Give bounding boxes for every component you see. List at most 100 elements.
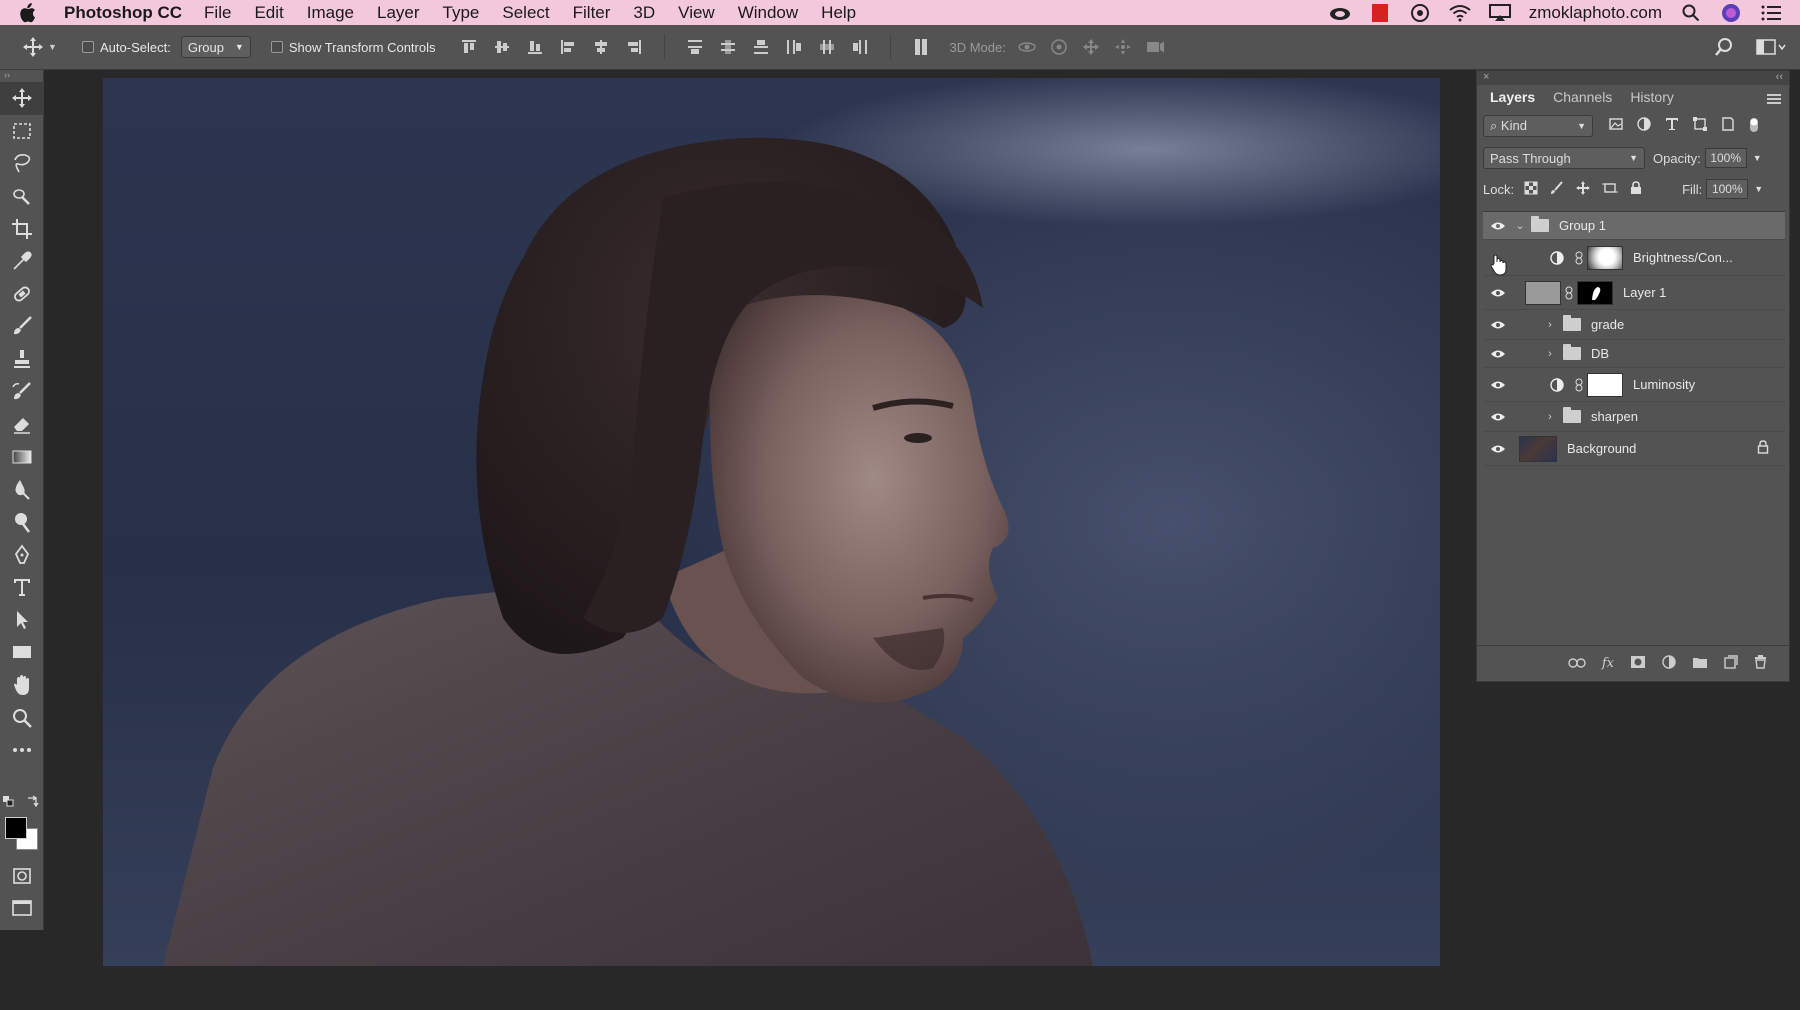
menu-file[interactable]: File (204, 3, 231, 23)
foreground-color-swatch[interactable] (5, 817, 27, 839)
zoom-tool-icon[interactable] (0, 701, 44, 734)
layer-row-db[interactable]: › DB (1483, 340, 1785, 368)
siri-icon[interactable] (1720, 3, 1742, 23)
menu-edit[interactable]: Edit (254, 3, 283, 23)
align-top-icon[interactable] (460, 38, 478, 56)
blend-mode-dropdown[interactable]: Pass Through ▼ (1483, 147, 1645, 169)
add-mask-icon[interactable] (1630, 655, 1646, 672)
quick-mask-icon[interactable] (0, 860, 44, 893)
align-left-icon[interactable] (559, 38, 577, 56)
distribute-left-icon[interactable] (785, 38, 803, 56)
distribute-vcenter-icon[interactable] (719, 38, 737, 56)
visibility-eye-icon[interactable] (1483, 380, 1513, 390)
app-name-menu[interactable]: Photoshop CC (64, 3, 182, 23)
link-chain-icon[interactable] (1571, 251, 1587, 265)
tab-layers[interactable]: Layers (1481, 89, 1544, 109)
notification-center-icon[interactable] (1760, 3, 1782, 23)
brush-tool-icon[interactable] (0, 310, 44, 343)
menu-window[interactable]: Window (738, 3, 798, 23)
lock-transparent-icon[interactable] (1524, 181, 1538, 198)
new-adjustment-icon[interactable] (1662, 655, 1676, 672)
menu-type[interactable]: Type (443, 3, 480, 23)
marquee-tool-icon[interactable] (0, 115, 44, 148)
checkbox-box[interactable] (270, 41, 283, 53)
layer-mask-thumbnail[interactable] (1577, 280, 1613, 305)
menu-3d[interactable]: 3D (633, 3, 655, 23)
roll-3d-icon[interactable] (1050, 38, 1068, 56)
align-hcenter-icon[interactable] (592, 38, 610, 56)
slide-3d-icon[interactable] (1114, 38, 1132, 56)
red-square-icon[interactable] (1369, 3, 1391, 23)
checkbox-box[interactable] (82, 41, 94, 53)
menu-filter[interactable]: Filter (573, 3, 611, 23)
pen-tool-icon[interactable] (0, 538, 44, 571)
blur-tool-icon[interactable] (0, 473, 44, 506)
layer-row-brightness-contrast[interactable]: Brightness/Con... (1483, 240, 1785, 276)
lasso-tool-icon[interactable] (0, 147, 44, 180)
align-vcenter-icon[interactable] (493, 38, 511, 56)
eraser-tool-icon[interactable] (0, 408, 44, 441)
workspace-switcher-icon[interactable] (1754, 38, 1788, 56)
airplay-icon[interactable] (1488, 3, 1511, 23)
visibility-eye-icon[interactable] (1483, 221, 1513, 231)
layer-mask-thumbnail[interactable] (1587, 372, 1623, 397)
show-transform-checkbox[interactable]: Show Transform Controls (270, 40, 436, 55)
chevron-down-icon[interactable]: ▼ (1754, 184, 1763, 194)
pixel-filter-icon[interactable] (1609, 117, 1623, 136)
pan-3d-icon[interactable] (1082, 38, 1100, 56)
type-tool-icon[interactable] (0, 571, 44, 604)
hand-tool-icon[interactable] (0, 669, 44, 702)
menu-help[interactable]: Help (821, 3, 856, 23)
chevron-down-icon[interactable]: ⌄ (1513, 219, 1527, 232)
visibility-eye-icon[interactable] (1483, 320, 1513, 330)
scale-3d-icon[interactable] (1146, 38, 1164, 56)
move-tool-icon[interactable] (0, 82, 44, 115)
visibility-eye-icon[interactable] (1483, 444, 1513, 454)
layer-mask-thumbnail[interactable] (1587, 245, 1623, 270)
menu-view[interactable]: View (678, 3, 715, 23)
adjustment-filter-icon[interactable] (1637, 116, 1651, 136)
history-brush-tool-icon[interactable] (0, 375, 44, 408)
smart-object-filter-icon[interactable] (1721, 116, 1735, 136)
menu-layer[interactable]: Layer (377, 3, 420, 23)
search-icon[interactable] (1714, 38, 1732, 56)
fx-icon[interactable]: fx (1602, 656, 1614, 671)
distribute-right-icon[interactable] (851, 38, 869, 56)
lock-position-icon[interactable] (1576, 180, 1591, 198)
rectangle-tool-icon[interactable] (0, 636, 44, 669)
chevron-down-icon[interactable]: ▼ (1753, 153, 1762, 163)
visibility-eye-icon[interactable] (1483, 288, 1513, 298)
distribute-hcenter-icon[interactable] (818, 38, 836, 56)
collapse-icon[interactable]: ‹‹ (1776, 71, 1783, 83)
fill-input[interactable]: 100% (1706, 179, 1749, 199)
crop-tool-icon[interactable] (0, 212, 44, 245)
new-layer-icon[interactable] (1724, 655, 1738, 672)
auto-select-dropdown[interactable]: Group ▼ (180, 36, 251, 58)
apple-icon[interactable] (18, 2, 48, 24)
menu-select[interactable]: Select (502, 3, 549, 23)
layer-row-grade[interactable]: › grade (1483, 310, 1785, 340)
site-name[interactable]: zmoklaphoto.com (1529, 3, 1662, 23)
visibility-off-slot[interactable] (1483, 240, 1513, 276)
clone-stamp-tool-icon[interactable] (0, 343, 44, 376)
screen-mode-icon[interactable] (0, 892, 44, 925)
panel-collapse-icon[interactable]: ›› (0, 70, 43, 82)
new-group-icon[interactable] (1692, 656, 1708, 672)
lock-image-pixels-icon[interactable] (1550, 180, 1564, 198)
close-icon[interactable]: × (1483, 71, 1489, 83)
layer-row-group-1[interactable]: ⌄ Group 1 (1483, 212, 1785, 240)
tab-channels[interactable]: Channels (1544, 89, 1621, 109)
layer-row-background[interactable]: Background (1483, 432, 1785, 466)
layer-thumbnail[interactable] (1525, 280, 1561, 305)
type-filter-icon[interactable] (1665, 117, 1679, 136)
lock-artboard-icon[interactable] (1602, 181, 1619, 198)
quick-select-tool-icon[interactable] (0, 180, 44, 213)
move-tool-preset[interactable]: ▼ (22, 34, 62, 60)
path-selection-tool-icon[interactable] (0, 604, 44, 637)
auto-select-checkbox[interactable]: Auto-Select: (82, 40, 171, 55)
layer-row-layer-1[interactable]: Layer 1 (1483, 276, 1785, 310)
healing-brush-tool-icon[interactable] (0, 278, 44, 311)
orbit-3d-icon[interactable] (1018, 38, 1036, 56)
background-thumbnail[interactable] (1519, 435, 1557, 462)
shape-filter-icon[interactable] (1693, 116, 1707, 136)
